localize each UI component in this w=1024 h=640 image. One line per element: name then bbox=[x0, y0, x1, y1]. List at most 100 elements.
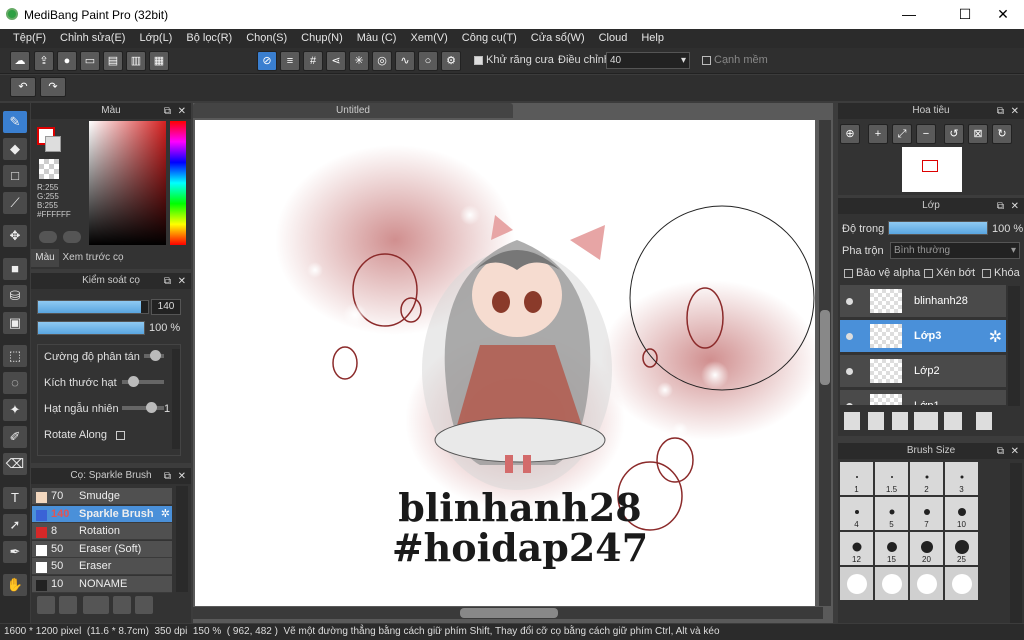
layer-opacity-slider[interactable] bbox=[888, 221, 988, 235]
zoom-icon[interactable]: ⊕ bbox=[840, 124, 860, 144]
popout-icon[interactable]: ⧉ bbox=[164, 274, 171, 290]
reset-view-icon[interactable]: ⊠ bbox=[968, 124, 988, 144]
clipping-toggle[interactable]: Xén bớt bbox=[924, 267, 975, 279]
shape-tool-icon[interactable]: □ bbox=[3, 165, 27, 187]
menu-item[interactable]: Cửa sổ(W) bbox=[524, 29, 592, 48]
vertical-scroll-thumb[interactable] bbox=[820, 310, 830, 385]
grid-layout-icon[interactable]: ▦ bbox=[149, 51, 169, 71]
share-icon[interactable]: ⇪ bbox=[34, 51, 54, 71]
layer-folder-icon[interactable] bbox=[944, 412, 962, 430]
zoom-in-icon[interactable]: + bbox=[868, 124, 888, 144]
tab-brush-preview[interactable]: Xem trước cọ bbox=[60, 249, 126, 267]
menu-item[interactable]: Chụp(N) bbox=[294, 29, 350, 48]
layer-row[interactable]: Lớp3 ✲ bbox=[840, 320, 1006, 353]
cloud-upload-icon[interactable]: ☁ bbox=[10, 51, 30, 71]
magic-wand-tool-icon[interactable]: ✦ bbox=[3, 399, 27, 421]
move-tool-icon[interactable]: ✥ bbox=[3, 225, 27, 247]
drawing-canvas[interactable]: blinhanh28 #hoidap247 bbox=[195, 120, 815, 606]
undo-icon[interactable]: ↶ bbox=[10, 77, 36, 97]
brush-list-scrollbar[interactable] bbox=[176, 486, 188, 592]
brush-size-cell[interactable]: 2 bbox=[910, 462, 943, 495]
brush-size-cell[interactable] bbox=[910, 567, 943, 600]
grid-snap-icon[interactable]: # bbox=[303, 51, 323, 71]
protect-alpha-checkbox[interactable] bbox=[844, 268, 853, 278]
speech-icon[interactable]: ▭ bbox=[80, 51, 100, 71]
brush-size-cell[interactable] bbox=[945, 567, 978, 600]
zoom-out-icon[interactable]: − bbox=[916, 124, 936, 144]
visibility-eye-icon[interactable] bbox=[846, 368, 853, 375]
brush-size-cell[interactable]: 12 bbox=[840, 532, 873, 565]
comment-icon[interactable]: ● bbox=[57, 51, 77, 71]
brush-size-cell[interactable]: 15 bbox=[875, 532, 908, 565]
popout-icon[interactable]: ⧉ bbox=[997, 104, 1004, 120]
circle-snap-icon[interactable]: ○ bbox=[418, 51, 438, 71]
menu-item[interactable]: Bộ lọc(R) bbox=[179, 29, 239, 48]
rotate-left-icon[interactable]: ↺ bbox=[944, 124, 964, 144]
close-icon[interactable]: ✕ bbox=[178, 104, 186, 120]
vertical-scrollbar[interactable] bbox=[819, 120, 831, 606]
brush-size-cell[interactable] bbox=[840, 567, 873, 600]
brush-size-slider[interactable] bbox=[37, 300, 149, 314]
hue-slider[interactable] bbox=[170, 121, 186, 245]
close-icon[interactable]: ✕ bbox=[178, 274, 186, 290]
concentric-snap-icon[interactable]: ◎ bbox=[372, 51, 392, 71]
no-snap-icon[interactable]: ⊘ bbox=[257, 51, 277, 71]
menu-item[interactable]: Cloud bbox=[592, 29, 635, 48]
brush-settings-icon[interactable] bbox=[113, 596, 131, 614]
import-layer-icon[interactable] bbox=[892, 412, 908, 430]
brush-size-cell[interactable]: 20 bbox=[910, 532, 943, 565]
canvas-tab[interactable]: Untitled bbox=[193, 103, 513, 118]
protect-alpha-toggle[interactable]: Bảo vệ alpha bbox=[844, 267, 920, 279]
navigator-preview[interactable] bbox=[902, 147, 962, 192]
duplicate-layer-icon[interactable] bbox=[976, 412, 992, 430]
radial-snap-icon[interactable]: ✳ bbox=[349, 51, 369, 71]
brush-list-item[interactable]: 8Rotation Symmetry bbox=[32, 523, 172, 554]
menu-item[interactable]: Công cụ(T) bbox=[455, 29, 524, 48]
menu-item[interactable]: Màu (C) bbox=[350, 29, 404, 48]
visibility-eye-icon[interactable] bbox=[846, 403, 853, 405]
redo-icon[interactable]: ↷ bbox=[40, 77, 66, 97]
brush-list-item[interactable]: 10 NONAME bbox=[32, 575, 172, 593]
menu-item[interactable]: Lớp(L) bbox=[132, 29, 179, 48]
brush-size-cell[interactable]: 7 bbox=[910, 497, 943, 530]
menu-item[interactable]: Chọn(S) bbox=[239, 29, 294, 48]
layer-scrollbar[interactable] bbox=[1008, 286, 1020, 406]
horizontal-scrollbar[interactable] bbox=[193, 607, 823, 619]
brush-tool-icon[interactable]: ✎ bbox=[3, 111, 27, 133]
brush-folder-icon[interactable] bbox=[135, 596, 153, 614]
layer-menu-icon[interactable] bbox=[914, 412, 938, 430]
select-pen-tool-icon[interactable]: ✐ bbox=[3, 426, 27, 448]
brush-opacity-slider[interactable] bbox=[37, 321, 145, 335]
curve-snap-icon[interactable]: ∿ bbox=[395, 51, 415, 71]
brush-list-item[interactable]: 50 Eraser (Soft) bbox=[32, 540, 172, 558]
menu-item[interactable]: Help bbox=[634, 29, 671, 48]
gear-icon[interactable]: ✲ bbox=[161, 506, 170, 523]
brush-menu-icon[interactable] bbox=[83, 596, 109, 614]
new-halftone-layer-icon[interactable] bbox=[868, 412, 884, 430]
menu-item[interactable]: Chỉnh sửa(E) bbox=[53, 29, 132, 48]
layer-row[interactable]: blinhanh28 bbox=[840, 285, 1006, 318]
rotate-right-icon[interactable]: ↻ bbox=[992, 124, 1012, 144]
minimize-button[interactable]: — bbox=[886, 0, 932, 29]
brush-size-cell[interactable] bbox=[875, 567, 908, 600]
random-particle-knob[interactable] bbox=[146, 402, 157, 413]
antialias-toggle[interactable]: Khử răng cưa bbox=[474, 54, 554, 66]
palette-icon[interactable] bbox=[39, 231, 57, 243]
close-icon[interactable]: ✕ bbox=[1011, 104, 1019, 120]
rotate-along-checkbox[interactable] bbox=[116, 431, 125, 440]
text-tool-icon[interactable]: T bbox=[3, 487, 27, 509]
menu-item[interactable]: Tệp(F) bbox=[6, 29, 53, 48]
brush-list-item[interactable]: 70 Smudge bbox=[32, 488, 172, 505]
palette-add-icon[interactable] bbox=[63, 231, 81, 243]
brush-size-cell[interactable]: 1 bbox=[840, 462, 873, 495]
particle-size-knob[interactable] bbox=[128, 376, 139, 387]
add-brush-icon[interactable] bbox=[37, 596, 55, 614]
scatter-knob[interactable] bbox=[150, 350, 161, 361]
lock-toggle[interactable]: Khóa bbox=[982, 267, 1020, 279]
tab-color[interactable]: Màu bbox=[31, 249, 59, 267]
hand-tool-icon[interactable]: ✋ bbox=[3, 574, 27, 596]
lasso-tool-icon[interactable]: ◌ bbox=[3, 372, 27, 394]
transparent-swatch[interactable] bbox=[39, 159, 59, 179]
brush-size-cell[interactable]: 25 bbox=[945, 532, 978, 565]
secondary-color-swatch[interactable] bbox=[45, 136, 61, 152]
